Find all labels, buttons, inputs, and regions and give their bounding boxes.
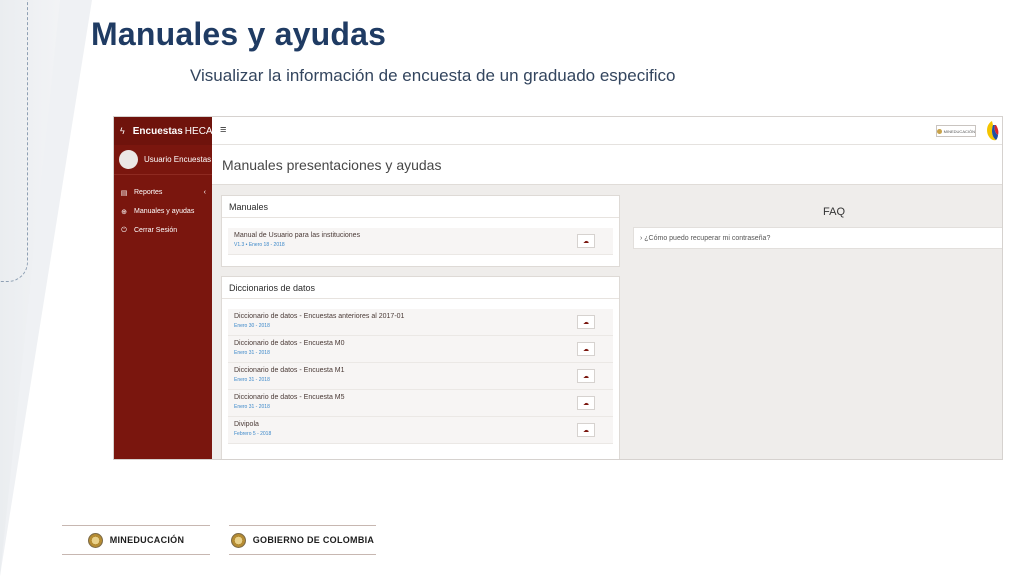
download-button[interactable]: ☁: [577, 342, 595, 356]
item-name: Diccionario de datos - Encuesta M5: [234, 394, 345, 401]
list-item: Diccionario de datos - Encuesta M1 Enero…: [228, 363, 613, 390]
sidebar-item-manuales[interactable]: ⊕ Manuales y ayudas: [114, 202, 212, 221]
footer-logo-text: MINEDUCACIÓN: [109, 535, 185, 545]
power-icon: ⏻: [121, 226, 127, 234]
topbar: ≡ MINEDUCACIÓN: [212, 117, 1002, 145]
avatar: [119, 150, 138, 169]
page-header: Manuales presentaciones y ayudas: [212, 145, 1002, 185]
cloud-download-icon: ☁: [583, 346, 589, 353]
cloud-download-icon: ☁: [583, 238, 589, 245]
mineducacion-logo: MINEDUCACIÓN: [936, 125, 976, 137]
sidebar-item-reportes[interactable]: ▤ Reportes ‹: [114, 183, 212, 202]
sidebar-item-label: Reportes: [134, 189, 163, 196]
bolt-icon: ϟ: [120, 126, 125, 136]
item-date: V1.3 • Enero 18 - 2018: [234, 242, 285, 248]
sidebar: ϟ Encuestas HECAA Usuario Encuestas ▤ Re…: [114, 117, 219, 459]
item-name: Diccionario de datos - Encuestas anterio…: [234, 313, 405, 320]
sidebar-item-label: Manuales y ayudas: [134, 208, 195, 215]
faq-question[interactable]: › ¿Cómo puedo recuperar mi contraseña?: [633, 227, 1002, 249]
download-button[interactable]: ☁: [577, 234, 595, 248]
item-date: Enero 31 - 2018: [234, 350, 270, 356]
hamburger-icon[interactable]: ≡: [220, 124, 226, 136]
item-name: Diccionario de datos - Encuesta M1: [234, 367, 345, 374]
sidebar-item-label: Cerrar Sesión: [134, 227, 178, 234]
faq-title: FAQ: [823, 206, 846, 218]
brand-bold: Encuestas: [132, 125, 183, 137]
page-title: Manuales presentaciones y ayudas: [222, 157, 442, 173]
panel-title: Diccionarios de datos: [222, 277, 619, 299]
manuales-panel: Manuales Manual de Usuario para las inst…: [221, 195, 620, 267]
app-screenshot: ϟ Encuestas HECAA Usuario Encuestas ▤ Re…: [113, 116, 1003, 460]
slide-subtitle: Visualizar la información de encuesta de…: [190, 66, 676, 85]
list-item: Diccionario de datos - Encuesta M5 Enero…: [228, 390, 613, 417]
item-date: Enero 30 - 2018: [234, 323, 270, 329]
slide-title: Manuales y ayudas: [91, 16, 387, 52]
chevron-left-icon: ‹: [203, 189, 206, 196]
cloud-download-icon: ☁: [583, 319, 589, 326]
seal-icon: [937, 128, 942, 134]
file-icon: ▤: [120, 189, 128, 197]
list-item: Diccionario de datos - Encuestas anterio…: [228, 309, 613, 336]
list-item: Divipola Febrero 5 - 2018 ☁: [228, 417, 613, 444]
mineducacion-footer-logo: MINEDUCACIÓN: [62, 525, 210, 555]
sidebar-item-cerrar-sesion[interactable]: ⏻ Cerrar Sesión: [114, 221, 212, 240]
download-button[interactable]: ☁: [577, 396, 595, 410]
list-item: Diccionario de datos - Encuesta M0 Enero…: [228, 336, 613, 363]
diccionarios-panel: Diccionarios de datos Diccionario de dat…: [221, 276, 620, 459]
faq-section: FAQ › ¿Cómo puedo recuperar mi contraseñ…: [633, 185, 1002, 459]
decorative-dashed-arc: [0, 0, 28, 282]
brand[interactable]: ϟ Encuestas HECAA: [114, 117, 219, 145]
item-date: Enero 31 - 2018: [234, 377, 270, 383]
item-date: Febrero 5 - 2018: [234, 431, 272, 437]
user-name: Usuario Encuestas: [144, 155, 212, 164]
seal-icon: [87, 532, 103, 548]
download-button[interactable]: ☁: [577, 369, 595, 383]
list-item: Manual de Usuario para las instituciones…: [228, 228, 613, 255]
seal-icon: [230, 532, 246, 548]
download-button[interactable]: ☁: [577, 423, 595, 437]
cloud-download-icon: ☁: [583, 427, 589, 434]
cloud-download-icon: ☁: [583, 400, 589, 407]
footer-logo-text: GOBIERNO DE COLOMBIA: [252, 535, 375, 545]
gobierno-footer-logo: GOBIERNO DE COLOMBIA: [229, 525, 376, 555]
item-name: Divipola: [234, 421, 259, 428]
user-panel[interactable]: Usuario Encuestas: [114, 145, 212, 175]
topbar-logo-text: MINEDUCACIÓN: [943, 128, 975, 134]
globe-icon: ⊕: [121, 208, 127, 216]
item-date: Enero 31 - 2018: [234, 404, 270, 410]
cloud-download-icon: ☁: [583, 373, 589, 380]
item-name: Manual de Usuario para las instituciones: [234, 232, 361, 239]
download-button[interactable]: ☁: [577, 315, 595, 329]
item-name: Diccionario de datos - Encuesta M0: [234, 340, 345, 347]
panel-title: Manuales: [222, 196, 619, 218]
slide: Manuales y ayudas Visualizar la informac…: [0, 0, 1024, 576]
colombia-flag-icon: [987, 121, 999, 141]
